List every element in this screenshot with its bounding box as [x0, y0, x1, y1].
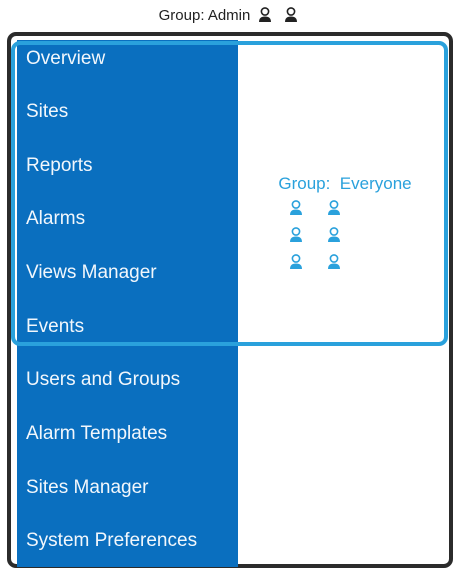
everyone-group-title: Group: Everyone — [278, 174, 412, 193]
person-icon — [290, 227, 302, 242]
menu-item-sites-manager[interactable]: Sites Manager — [26, 473, 149, 503]
admin-group-heading: Group: Admin — [0, 6, 459, 24]
person-icon — [290, 200, 302, 215]
menu-item-users-and-groups[interactable]: Users and Groups — [26, 365, 180, 395]
person-icon — [328, 227, 340, 242]
person-icon — [328, 200, 340, 215]
person-icon — [285, 7, 298, 22]
menu-item-alarm-templates[interactable]: Alarm Templates — [26, 419, 167, 449]
group-permissions-diagram: Group: Admin Overview Sites Reports Alar… — [0, 0, 459, 573]
admin-group-title: Group: Admin — [158, 6, 251, 24]
person-icon — [259, 7, 272, 22]
person-icon — [328, 254, 340, 269]
person-icon — [290, 254, 302, 269]
admin-group-icons — [256, 6, 300, 24]
everyone-group-icons — [287, 199, 343, 271]
menu-item-system-preferences[interactable]: System Preferences — [26, 526, 197, 556]
